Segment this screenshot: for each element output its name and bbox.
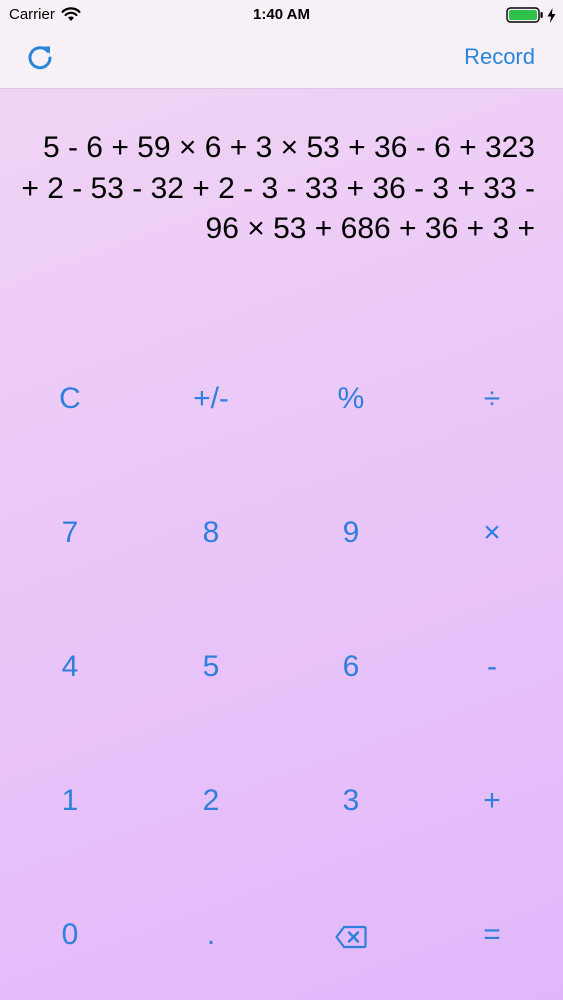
battery-group (506, 7, 556, 23)
expression-display: 5 - 6 + 59 × 6 + 3 × 53 + 36 - 6 + 323 +… (21, 131, 535, 245)
digit-1-button[interactable]: 1 (20, 761, 120, 841)
digit-6-button[interactable]: 6 (301, 627, 401, 707)
divide-button[interactable]: ÷ (442, 359, 542, 439)
digit-4-button[interactable]: 4 (20, 627, 120, 707)
keypad-row-2: 7 8 9 × (0, 466, 563, 600)
multiply-button[interactable]: × (442, 493, 542, 573)
equals-button[interactable]: = (442, 895, 542, 975)
status-bar: Carrier 1:40 AM (0, 0, 563, 30)
battery-icon (506, 7, 544, 23)
keypad: C +/- % ÷ 7 8 9 × 4 5 6 - 1 2 3 + 0 . = (0, 332, 563, 1000)
charging-bolt-icon (547, 7, 556, 23)
status-time: 1:40 AM (253, 6, 310, 23)
digit-8-button[interactable]: 8 (161, 493, 261, 573)
digit-5-button[interactable]: 5 (161, 627, 261, 707)
calculator-screen: Carrier 1:40 AM Record 5 - 6 + 59 × 6 + … (0, 0, 563, 1000)
refresh-button[interactable] (22, 40, 58, 76)
digit-2-button[interactable]: 2 (161, 761, 261, 841)
add-button[interactable]: + (442, 761, 542, 841)
keypad-row-5: 0 . = (0, 868, 563, 1000)
digit-3-button[interactable]: 3 (301, 761, 401, 841)
subtract-button[interactable]: - (442, 627, 542, 707)
decimal-button[interactable]: . (161, 895, 261, 975)
digit-7-button[interactable]: 7 (20, 493, 120, 573)
keypad-row-1: C +/- % ÷ (0, 332, 563, 466)
record-button[interactable]: Record (464, 44, 535, 70)
digit-9-button[interactable]: 9 (301, 493, 401, 573)
top-bar: Carrier 1:40 AM Record (0, 0, 563, 89)
clear-button[interactable]: C (20, 359, 120, 439)
percent-button[interactable]: % (301, 359, 401, 439)
keypad-row-4: 1 2 3 + (0, 734, 563, 868)
keypad-row-3: 4 5 6 - (0, 600, 563, 734)
refresh-icon (28, 46, 52, 70)
backspace-icon (335, 923, 367, 949)
backspace-button[interactable] (301, 895, 401, 975)
navigation-bar: Record (0, 30, 563, 88)
plus-minus-button[interactable]: +/- (161, 359, 261, 439)
digit-0-button[interactable]: 0 (20, 895, 120, 975)
